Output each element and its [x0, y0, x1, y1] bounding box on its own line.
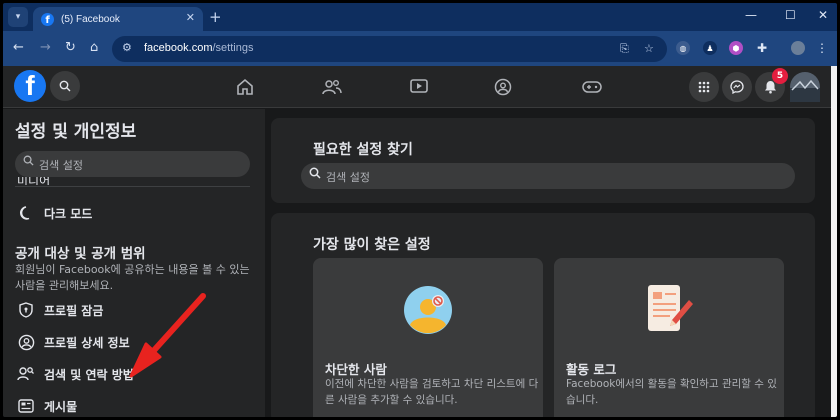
home-nav-icon[interactable] — [233, 75, 257, 99]
sidebar-item-media[interactable]: 미디어 — [17, 177, 50, 185]
sidebar-item-label: 다크 모드 — [44, 206, 93, 221]
search-icon — [309, 167, 321, 182]
minimize-button[interactable]: — — [745, 8, 757, 22]
tab-title: (5) Facebook — [61, 13, 120, 25]
search-icon — [23, 155, 34, 169]
url-text: facebook.com/settings — [144, 42, 253, 54]
notification-badge: 5 — [772, 68, 788, 84]
browser-window: ▾ f (5) Facebook ✕ + — ☐ ✕ ← → ↻ ⌂ ⚙ fac… — [3, 3, 837, 417]
settings-sidebar: 설정 및 개인정보 검색 설정 미디어 다크 모드 공개 대상 및 공개 범위 … — [3, 109, 265, 417]
profile-lock-icon — [17, 301, 35, 319]
facebook-favicon-icon: f — [41, 12, 54, 26]
gaming-nav-icon[interactable] — [580, 75, 604, 99]
browser-toolbar: ← → ↻ ⌂ ⚙ facebook.com/settings ⎘ ☆ ◍ ♟ … — [3, 31, 837, 66]
home-icon[interactable]: ⌂ — [90, 40, 98, 55]
extension-globe-icon[interactable]: ◍ — [676, 41, 690, 55]
maximize-button[interactable]: ☐ — [785, 8, 796, 22]
tile-description: Facebook에서의 활동을 확인하고 관리할 수 있습니다. — [566, 378, 777, 406]
sidebar-search-input[interactable]: 검색 설정 — [15, 151, 250, 177]
profile-details-icon — [17, 333, 35, 351]
activity-log-icon — [642, 282, 696, 340]
popular-settings-card: 가장 많이 찾은 설정 차단한 사람 이전에 차단한 사람을 검토하고 차단 리… — [271, 213, 815, 417]
sidebar-item-label: 프로필 잠금 — [44, 303, 104, 318]
sidebar-item-dark-mode[interactable]: 다크 모드 — [17, 204, 92, 222]
tile-blocked-people[interactable]: 차단한 사람 이전에 차단한 사람을 검토하고 차단 리스트에 다른 사람을 추… — [313, 258, 543, 417]
tab-strip: ▾ f (5) Facebook ✕ + — ☐ ✕ — [3, 3, 837, 31]
friends-nav-icon[interactable] — [320, 75, 344, 99]
video-nav-icon[interactable] — [407, 75, 431, 99]
sidebar-item-profile-details[interactable]: 프로필 상세 정보 — [17, 333, 130, 351]
url-path: /settings — [212, 42, 254, 54]
menu-grid-icon[interactable] — [689, 72, 719, 102]
account-avatar[interactable] — [790, 72, 820, 102]
tile-activity-log[interactable]: 활동 로그 Facebook에서의 활동을 확인하고 관리할 수 있습니다. — [554, 258, 784, 417]
sidebar-item-search-contact[interactable]: 검색 및 연락 방법 — [17, 365, 134, 383]
blocked-user-icon — [403, 285, 453, 339]
profile-avatar[interactable] — [791, 41, 805, 55]
sidebar-item-label: 검색 및 연락 방법 — [44, 367, 134, 382]
address-bar[interactable]: ⚙ facebook.com/settings ⎘ ☆ — [112, 36, 667, 62]
facebook-logo-icon[interactable]: f — [14, 70, 46, 102]
find-settings-search-input[interactable]: 검색 설정 — [301, 163, 795, 189]
back-icon[interactable]: ← — [13, 40, 24, 55]
search-contact-icon — [17, 365, 35, 383]
new-tab-button[interactable]: + — [209, 8, 222, 26]
reload-icon[interactable]: ↻ — [65, 40, 76, 55]
sidebar-title: 설정 및 개인정보 — [15, 122, 137, 142]
extension-agent-icon[interactable]: ♟ — [703, 41, 717, 55]
extension-purple-icon[interactable]: ⬢ — [729, 41, 743, 55]
search-icon[interactable] — [50, 71, 80, 101]
find-settings-card: 필요한 설정 찾기 검색 설정 — [271, 118, 815, 203]
tab-search-button[interactable]: ▾ — [8, 7, 28, 27]
install-app-icon[interactable]: ⎘ — [620, 42, 629, 56]
extensions-puzzle-icon[interactable]: ✚ — [755, 41, 769, 55]
sidebar-item-profile-lock[interactable]: 프로필 잠금 — [17, 301, 103, 319]
sidebar-divider — [15, 186, 250, 187]
tile-description: 이전에 차단한 사람을 검토하고 차단 리스트에 다른 사람을 추가할 수 있습… — [325, 378, 539, 406]
posts-icon — [17, 397, 35, 415]
bookmark-star-icon[interactable]: ☆ — [644, 42, 654, 55]
groups-nav-icon[interactable] — [491, 75, 515, 99]
site-info-icon[interactable]: ⚙ — [122, 41, 132, 54]
section-title: 공개 대상 및 공개 범위 — [15, 246, 146, 262]
moon-icon — [17, 204, 35, 222]
popular-settings-title: 가장 많이 찾은 설정 — [313, 237, 431, 253]
sidebar-search-placeholder: 검색 설정 — [39, 159, 83, 172]
messenger-icon[interactable] — [722, 72, 752, 102]
find-settings-placeholder: 검색 설정 — [326, 171, 370, 184]
browser-tab[interactable]: f (5) Facebook ✕ — [33, 7, 203, 31]
url-host: facebook.com — [144, 42, 213, 54]
sidebar-item-label: 게시물 — [44, 399, 78, 414]
forward-icon[interactable]: → — [40, 40, 51, 55]
find-settings-title: 필요한 설정 찾기 — [313, 142, 413, 158]
page-scrollbar[interactable] — [831, 66, 837, 417]
facebook-header: f — [3, 66, 837, 108]
tab-close-icon[interactable]: ✕ — [186, 11, 195, 24]
close-window-button[interactable]: ✕ — [818, 8, 828, 22]
browser-menu-icon[interactable]: ⋮ — [815, 41, 829, 55]
sidebar-item-posts[interactable]: 게시물 — [17, 397, 77, 415]
sidebar-item-label: 프로필 상세 정보 — [44, 335, 130, 350]
section-description: 회원님이 Facebook에 공유하는 내용을 볼 수 있는 사람을 관리해보세… — [15, 263, 250, 292]
